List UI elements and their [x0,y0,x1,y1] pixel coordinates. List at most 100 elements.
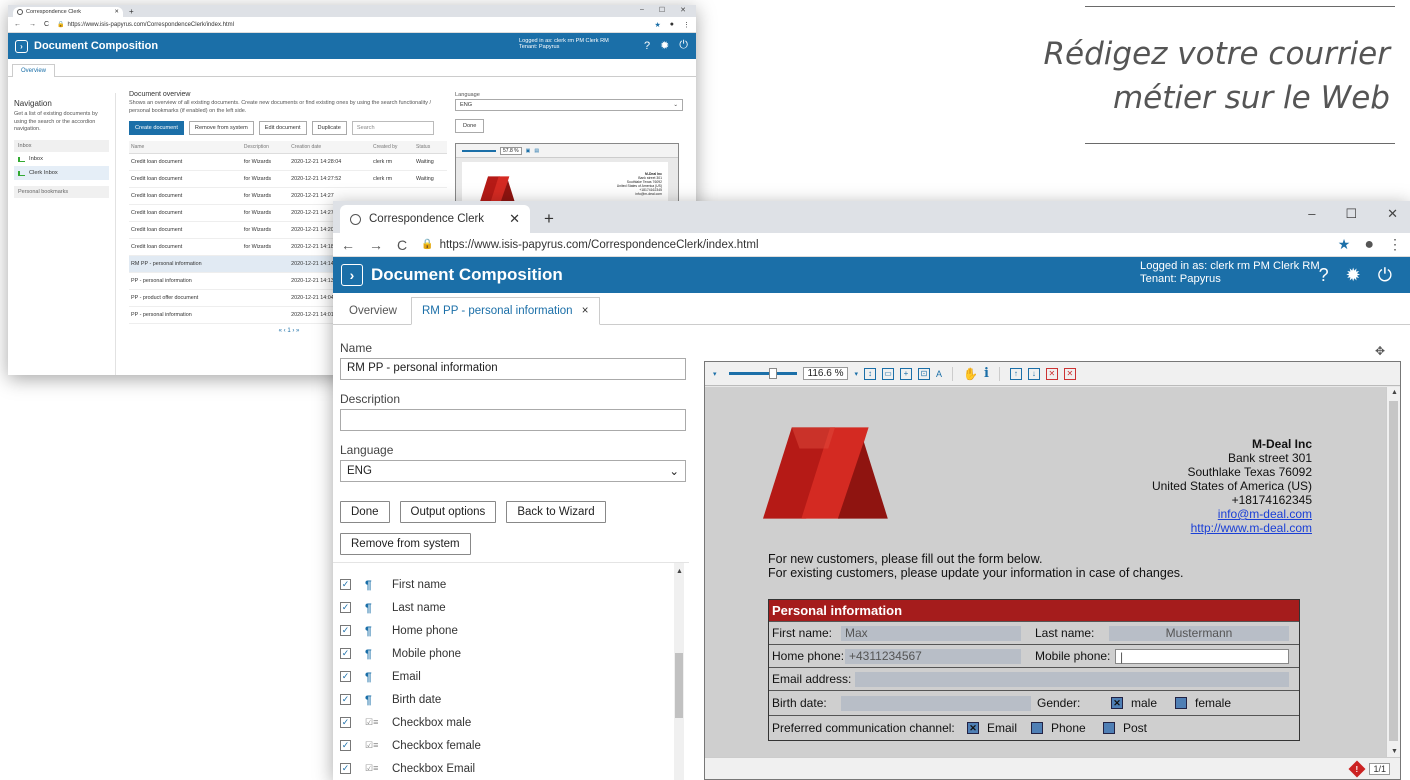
checkbox-checked-icon[interactable]: ✓ [340,579,351,590]
zoom-value[interactable]: 57.8 % [500,146,522,155]
scroll-down-icon[interactable]: ▼ [1391,748,1398,755]
output-options-button[interactable]: Output options [399,501,497,523]
search-input[interactable]: Search [351,121,434,136]
minimize-icon[interactable]: – [640,6,644,14]
close-window-icon[interactable]: ✕ [680,6,686,14]
name-field[interactable]: RM PP - personal information [340,358,686,380]
duplicate-button[interactable]: Duplicate [311,121,347,136]
help-icon[interactable]: ? [1319,265,1329,286]
info-icon[interactable]: i [984,366,989,381]
forward-icon[interactable]: → [369,237,383,253]
zoom-menu-icon[interactable]: ▾ [854,370,858,378]
move-up-icon[interactable]: ↑ [1009,367,1022,380]
language-select[interactable]: ENG ⌄ [455,99,683,111]
text-size-icon[interactable]: A [936,369,942,379]
forward-icon[interactable]: → [29,21,36,28]
reload-icon[interactable]: C [397,237,407,253]
tab-overview[interactable]: Overview [341,298,405,324]
tab-overview[interactable]: Overview [12,64,56,77]
zoom-slider[interactable] [462,149,496,152]
done-button[interactable]: Done [340,501,390,523]
nav-item-clerk-inbox[interactable]: Clerk Inbox [14,166,109,181]
account-icon[interactable]: ● [1364,236,1374,254]
new-tab-icon[interactable]: + [544,205,554,233]
scrollbar-thumb[interactable] [675,653,683,718]
col-status[interactable]: Status [414,141,447,155]
checkbox-checked-icon[interactable]: ✓ [340,763,351,774]
zoom-slider-knob[interactable] [768,368,777,379]
star-icon[interactable]: ★ [654,21,660,29]
close-window-icon[interactable]: ✕ [1387,206,1398,222]
checklist-item[interactable]: ✓ ¶ First name [333,573,689,596]
fit-page-icon[interactable]: ▭ [881,367,894,380]
minimize-icon[interactable]: – [1308,206,1315,222]
scroll-up-icon[interactable]: ▲ [676,568,683,575]
home-phone-field[interactable]: +4311234567 [845,648,1021,664]
checkbox-checked-icon[interactable]: ✓ [340,625,351,636]
checklist-item[interactable]: ✓ ☑≡ Checkbox Email [333,757,689,780]
checklist-scrollbar[interactable]: ▲ [674,563,684,780]
scroll-up-icon[interactable]: ▲ [1391,389,1398,396]
col-name[interactable]: Name [129,141,242,155]
back-to-wizard-button[interactable]: Back to Wizard [506,501,606,523]
company-web-link[interactable]: http://www.m-deal.com [1145,521,1312,535]
checkbox-checked-icon[interactable]: ✓ [340,740,351,751]
email-address-field[interactable] [855,671,1289,687]
checklist-item[interactable]: ✓ ¶ Home phone [333,619,689,642]
fit-page-icon[interactable]: ▣ [526,148,531,154]
checklist-item[interactable]: ✓ ¶ Email [333,665,689,688]
insert-page-icon[interactable]: + [899,367,912,380]
channel-email-checkbox[interactable]: ✕ [967,722,979,734]
col-description[interactable]: Description [241,141,290,155]
maximize-icon[interactable]: ☐ [659,6,665,14]
delete-page-icon[interactable]: ✕ [1045,367,1058,380]
close-tab-icon[interactable]: ✕ [114,9,119,15]
checkbox-checked-icon[interactable]: ✓ [340,648,351,659]
document-scrollbar[interactable]: ▲ ▼ [1386,387,1400,757]
checklist-item[interactable]: ✓ ☑≡ Checkbox female [333,734,689,757]
tab-personal-information[interactable]: RM PP - personal information × [410,297,600,325]
male-checkbox[interactable]: ✕ [1111,697,1123,709]
company-email-link[interactable]: info@m-deal.com [1145,507,1312,521]
zoom-dropdown-icon[interactable]: ▾ [713,370,717,378]
remove-from-system-button[interactable]: Remove from system [188,121,254,136]
url-field[interactable]: 🔒 https://www.isis-papyrus.com/Correspon… [57,21,234,29]
print-icon[interactable]: ▤ [534,148,539,154]
checklist-item[interactable]: ✓ ¶ Last name [333,596,689,619]
nav-group-inbox[interactable]: Inbox [14,140,109,153]
url-field[interactable]: 🔒 https://www.isis-papyrus.com/Correspon… [421,239,758,251]
checkbox-checked-icon[interactable]: ✓ [340,717,351,728]
move-down-icon[interactable]: ↓ [1027,367,1040,380]
checklist-item[interactable]: ✓ ¶ Mobile phone [333,642,689,665]
maximize-icon[interactable]: ☐ [1345,206,1357,222]
first-name-field[interactable]: Max [841,625,1021,641]
browser-tab[interactable]: Correspondence Clerk ✕ [340,205,530,233]
menu-icon[interactable]: ⋮ [1388,236,1402,253]
menu-icon[interactable]: ⋮ [683,21,690,29]
checkbox-checked-icon[interactable]: ✓ [340,602,351,613]
nav-group-bookmarks[interactable]: Personal bookmarks [14,186,109,199]
page-options-icon[interactable]: ⊡ [917,367,930,380]
birth-date-field[interactable] [841,695,1031,711]
star-icon[interactable]: ★ [1338,236,1351,253]
zoom-value[interactable]: 116.6 % [802,367,849,380]
col-creation-date[interactable]: Creation date [289,141,371,155]
language-select[interactable]: ENG ⌄ [340,460,686,482]
col-created-by[interactable]: Created by [370,141,415,155]
power-icon[interactable]: ⏻ [1378,265,1392,286]
table-row[interactable]: Credit loan document for Wizards 2020-12-2… [129,170,447,189]
channel-phone-checkbox[interactable] [1031,722,1043,734]
close-tab-icon[interactable]: ✕ [509,211,520,227]
delete-all-icon[interactable]: ✕ [1063,367,1076,380]
remove-from-system-button[interactable]: Remove from system [340,533,471,555]
power-icon[interactable]: ⏻ [679,39,688,52]
hand-tool-icon[interactable]: ✋ [963,367,978,381]
create-document-button[interactable]: Create document [129,121,184,136]
scrollbar-thumb[interactable] [1389,401,1398,741]
back-icon[interactable]: ← [14,21,21,28]
checkbox-checked-icon[interactable]: ✓ [340,694,351,705]
back-icon[interactable]: ← [341,237,355,253]
description-field[interactable] [340,409,686,431]
edit-document-button[interactable]: Edit document [258,121,307,136]
close-tab-icon[interactable]: × [582,305,589,317]
